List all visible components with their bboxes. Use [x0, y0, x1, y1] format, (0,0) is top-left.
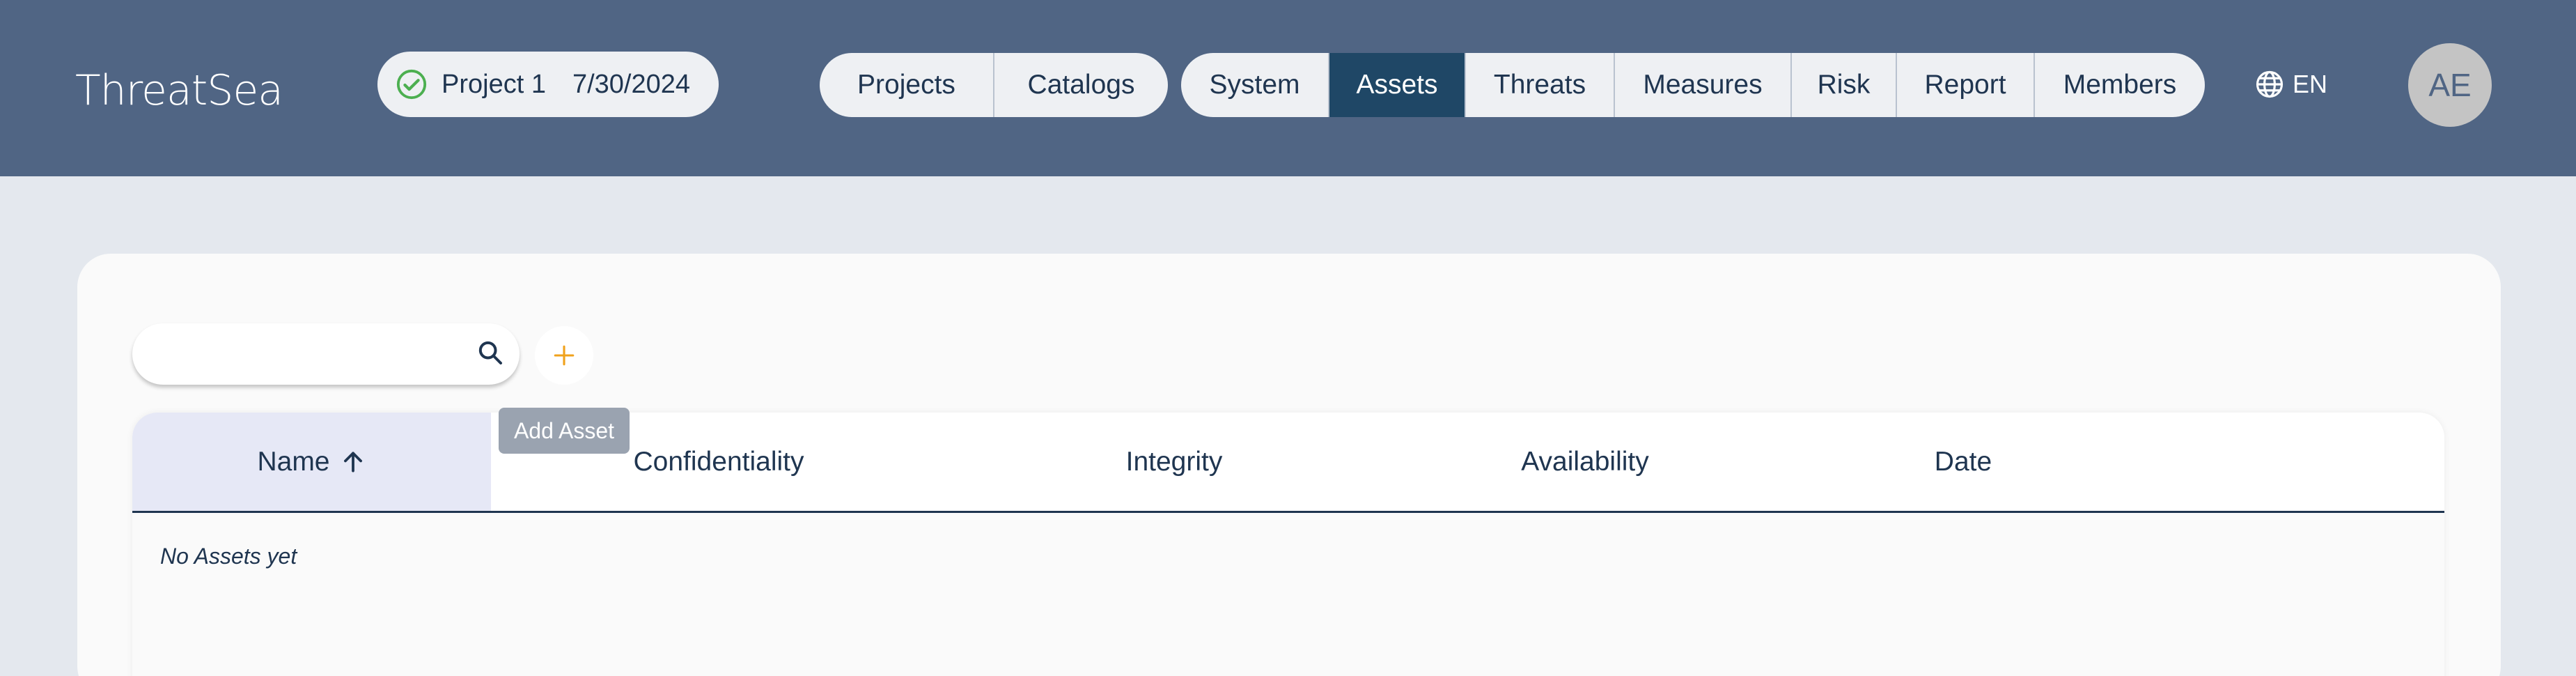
assets-table: Name Confidentiality Integrity Availabil…: [132, 413, 2444, 676]
column-header-integrity[interactable]: Integrity: [946, 413, 1402, 511]
project-name: Project 1: [442, 69, 546, 99]
globe-icon: [2256, 70, 2284, 98]
search-icon[interactable]: [476, 339, 504, 367]
threatsea-logo[interactable]: ThreatSea: [75, 49, 283, 112]
logo-text: ThreatSea: [75, 66, 283, 115]
nav-measures[interactable]: Measures: [1614, 53, 1790, 117]
language-code: EN: [2293, 70, 2328, 98]
project-selector[interactable]: Project 1 7/30/2024: [377, 52, 719, 117]
nav-group-project: System Assets Threats Measures Risk Repo…: [1181, 53, 2205, 117]
check-circle-icon: [396, 69, 427, 100]
user-avatar[interactable]: AE: [2408, 43, 2492, 127]
nav-members[interactable]: Members: [2034, 53, 2205, 117]
nav-assets[interactable]: Assets: [1328, 53, 1465, 117]
language-selector[interactable]: EN: [2255, 67, 2327, 102]
column-header-date[interactable]: Date: [1768, 413, 2158, 511]
nav-report[interactable]: Report: [1896, 53, 2034, 117]
search-input[interactable]: [153, 336, 453, 372]
project-date: 7/30/2024: [572, 69, 691, 99]
column-header-name[interactable]: Name: [132, 413, 491, 511]
table-header: Name Confidentiality Integrity Availabil…: [132, 413, 2444, 513]
column-label: Name: [257, 446, 330, 477]
nav-system[interactable]: System: [1181, 53, 1328, 117]
nav-risk[interactable]: Risk: [1790, 53, 1896, 117]
add-asset-button[interactable]: [535, 326, 593, 385]
search-box: [132, 323, 520, 385]
nav-group-global: Projects Catalogs: [820, 53, 1168, 117]
nav-projects[interactable]: Projects: [820, 53, 993, 117]
app-header: ThreatSea Project 1 7/30/2024 Projects C…: [0, 0, 2576, 176]
nav-catalogs[interactable]: Catalogs: [993, 53, 1168, 117]
empty-state-message: No Assets yet: [160, 544, 297, 569]
nav-threats[interactable]: Threats: [1465, 53, 1614, 117]
plus-icon: [554, 345, 575, 366]
arrow-up-icon: [343, 451, 362, 473]
column-header-availability[interactable]: Availability: [1402, 413, 1768, 511]
add-asset-tooltip: Add Asset: [499, 408, 630, 454]
